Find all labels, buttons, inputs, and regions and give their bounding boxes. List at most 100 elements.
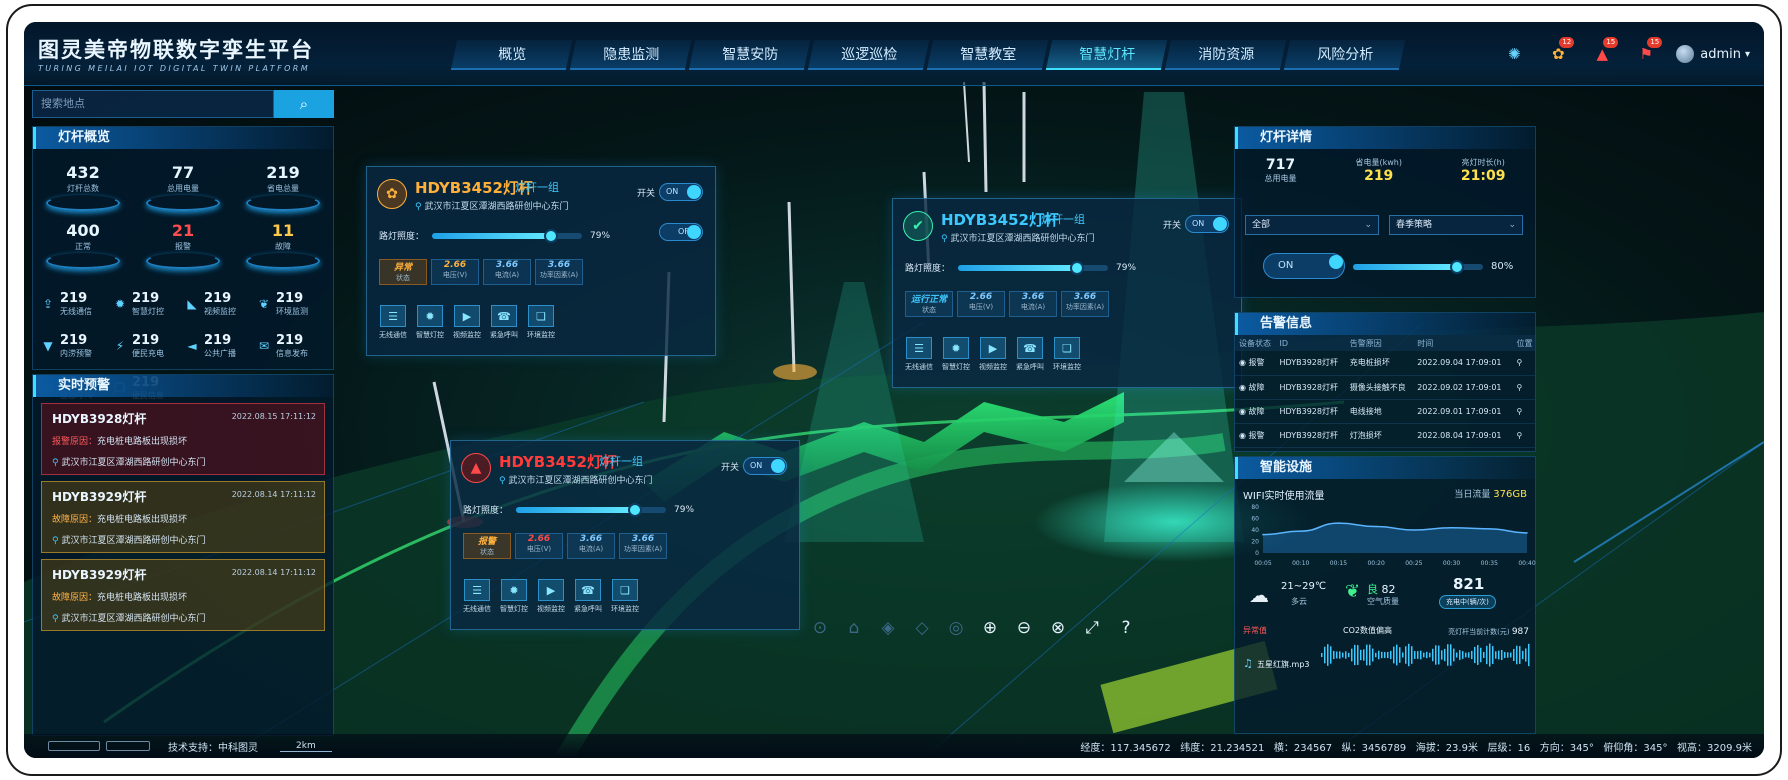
- flag-icon[interactable]: ⚑ 15: [1624, 37, 1668, 66]
- user-menu[interactable]: admin ▾: [1676, 45, 1750, 63]
- table-row[interactable]: ◉ 故障 HDYB3928灯杆 摄像头接触不良 2022.09.02 17:09:01…: [1235, 375, 1535, 400]
- header-bar: 图灵美帝物联数字孪生平台 TURING MEILAI IOT DIGITAL T…: [24, 22, 1764, 86]
- action-wifi[interactable]: ☰ 无线通信: [459, 579, 495, 614]
- action-wifi[interactable]: ☰ 无线通信: [901, 337, 937, 372]
- pole-popup-2[interactable]: ✔ HDYB3452灯杆 灯杆一组 ⚲ 武汉市江夏区潭湖西路研创中心东门 开关 ON 路灯照…: [892, 198, 1242, 388]
- brightness-slider[interactable]: [958, 260, 1109, 275]
- pole-popup-1[interactable]: ✿ HDYB3452灯杆 灯杆一组 ⚲ 武汉市江夏区潭湖西路研创中心东门 开关 ON 路灯照…: [366, 166, 716, 356]
- wave-bar: [1459, 650, 1461, 660]
- power-toggle[interactable]: ON: [1185, 215, 1229, 233]
- slider-knob[interactable]: [1450, 259, 1464, 274]
- settings-gear-icon[interactable]: ✺: [1492, 42, 1536, 66]
- tool-3-icon[interactable]: ◈: [872, 612, 904, 644]
- brightness-slider[interactable]: [516, 502, 667, 517]
- wave-bar: [1345, 651, 1347, 659]
- table-row[interactable]: ◉ 故障 HDYB3928灯杆 电线接地 2022.09.01 17:09:01 ⚲: [1235, 399, 1535, 424]
- toggle-label: ON: [1278, 260, 1294, 271]
- location-cell[interactable]: ⚲: [1512, 399, 1535, 424]
- overview-item-1[interactable]: ✹ 219 智慧灯控: [111, 283, 183, 325]
- scope-select[interactable]: 全部 ⌄: [1245, 215, 1379, 235]
- help-icon[interactable]: ?: [1110, 612, 1142, 644]
- id-cell: HDYB3928灯杆: [1275, 351, 1346, 376]
- power-toggle[interactable]: ON: [743, 457, 787, 475]
- nav-risk[interactable]: 风险分析: [1283, 40, 1406, 70]
- action-env[interactable]: ❏ 环境监控: [523, 305, 559, 340]
- zoom-in-icon[interactable]: ⊕: [974, 612, 1006, 644]
- detail-toggle[interactable]: ON: [1263, 253, 1345, 279]
- item-count: 219: [276, 291, 304, 306]
- action-bulb[interactable]: ✹ 智慧灯控: [412, 305, 448, 340]
- power-toggle[interactable]: ON: [659, 183, 703, 201]
- nav-patrol[interactable]: 巡逻巡检: [807, 40, 930, 70]
- overview-item-3[interactable]: ❦ 219 环境监测: [255, 283, 327, 325]
- slider-knob[interactable]: [627, 502, 642, 517]
- nav-overview[interactable]: 概览: [450, 40, 573, 70]
- location-cell[interactable]: ⚲: [1512, 351, 1535, 376]
- action-label: 视频监控: [537, 605, 565, 613]
- alert-card[interactable]: HDYB3929灯杆 2022.08.14 17:11:12 故障原因：充电桩电路板…: [41, 559, 325, 631]
- action-video[interactable]: ▶ 视频监控: [975, 337, 1011, 372]
- fullscreen-icon[interactable]: ⤢: [1076, 612, 1108, 644]
- action-video[interactable]: ▶ 视频监控: [449, 305, 485, 340]
- metric-value: 2.66: [527, 534, 551, 544]
- wave-bar: [1495, 651, 1497, 659]
- location-cell[interactable]: ⚲: [1512, 375, 1535, 400]
- overview-item-6[interactable]: ◄ 219 公共广播: [183, 325, 255, 367]
- alert-card[interactable]: HDYB3928灯杆 2022.08.15 17:11:12 报警原因：充电桩电路板…: [41, 403, 325, 475]
- nav-hazard[interactable]: 隐患监测: [569, 40, 692, 70]
- table-row[interactable]: ◉ 报警 HDYB3928灯杆 灯泡损坏 2022.08.04 17:09:01 ⚲: [1235, 423, 1535, 448]
- nav-label: 隐患监测: [602, 47, 659, 63]
- zoom-out-icon[interactable]: ⊖: [1008, 612, 1040, 644]
- light-toggle[interactable]: OFF: [659, 223, 703, 241]
- action-phone[interactable]: ☎ 紧急呼叫: [486, 305, 522, 340]
- search-button[interactable]: ⌕: [274, 90, 334, 118]
- action-env[interactable]: ❏ 环境监控: [1049, 337, 1085, 372]
- action-phone[interactable]: ☎ 紧急呼叫: [570, 579, 606, 614]
- camera-icon: ◣: [187, 297, 197, 311]
- ring-decoration: [46, 253, 120, 269]
- action-env[interactable]: ❏ 环境监控: [607, 579, 643, 614]
- search-input[interactable]: 搜索地点: [32, 90, 274, 118]
- brightness-slider[interactable]: [1353, 259, 1483, 274]
- action-bulb[interactable]: ✹ 智慧灯控: [496, 579, 532, 614]
- pole-popup-3[interactable]: ▲ HDYB3452灯杆 灯杆一组 ⚲ 武汉市江夏区潭湖西路研创中心东门 开关 ON 路灯照…: [450, 440, 800, 630]
- brightness-slider[interactable]: [432, 228, 583, 243]
- overview-item-7[interactable]: ✉ 219 信息发布: [255, 325, 327, 367]
- slider-knob[interactable]: [543, 228, 558, 243]
- nav-classroom[interactable]: 智慧教室: [926, 40, 1049, 70]
- action-wifi[interactable]: ☰ 无线通信: [375, 305, 411, 340]
- detail-value: 717: [1265, 157, 1296, 173]
- alert-card[interactable]: HDYB3929灯杆 2022.08.14 17:11:12 故障原因：充电桩电路板…: [41, 481, 325, 553]
- ring-decoration: [146, 253, 220, 269]
- overview-item-0[interactable]: ⇪ 219 无线通信: [39, 283, 111, 325]
- table-row[interactable]: ◉ 报警 HDYB3928灯杆 充电桩损坏 2022.09.04 17:09:01 ⚲: [1235, 351, 1535, 376]
- nav-fire[interactable]: 消防资源: [1164, 40, 1287, 70]
- alarm-header: 设备状态: [1235, 335, 1276, 351]
- action-label: 视频监控: [979, 363, 1007, 371]
- tool-1-icon[interactable]: ⊙: [804, 612, 836, 644]
- action-phone[interactable]: ☎ 紧急呼叫: [1012, 337, 1048, 372]
- globe-icon[interactable]: ⊗: [1042, 612, 1074, 644]
- info-icon: ✉: [258, 339, 270, 353]
- location-cell[interactable]: ⚲: [1512, 423, 1535, 448]
- nav-security[interactable]: 智慧安防: [688, 40, 811, 70]
- music-icon[interactable]: ♫: [1243, 657, 1253, 670]
- strategy-select[interactable]: 春季策略 ⌄: [1389, 215, 1523, 235]
- overview-item-2[interactable]: ◣ 219 视频监控: [183, 283, 255, 325]
- alarm-flower-icon[interactable]: ✿ 12: [1536, 37, 1580, 66]
- nav-smart-pole[interactable]: 智慧灯杆: [1045, 40, 1168, 70]
- wave-bar: [1522, 650, 1524, 660]
- wave-bar: [1384, 652, 1386, 658]
- water-icon: ▼: [43, 339, 53, 353]
- wave-bar: [1486, 645, 1488, 665]
- action-video[interactable]: ▶ 视频监控: [533, 579, 569, 614]
- overview-item-5[interactable]: ⚡ 219 便民充电: [111, 325, 183, 367]
- action-bulb[interactable]: ✹ 智慧灯控: [938, 337, 974, 372]
- tool-5-icon[interactable]: ◎: [940, 612, 972, 644]
- siren-icon[interactable]: ▲ 15: [1580, 37, 1624, 66]
- slider-knob[interactable]: [1069, 260, 1084, 275]
- tool-2-icon[interactable]: ⌂: [838, 612, 870, 644]
- action-row: ☰ 无线通信 ✹ 智慧灯控 ▶ 视频监控 ☎ 紧急呼叫 ❏ 环境监控: [459, 579, 644, 614]
- tool-4-icon[interactable]: ◇: [906, 612, 938, 644]
- overview-item-4[interactable]: ▼ 219 内涝预警: [39, 325, 111, 367]
